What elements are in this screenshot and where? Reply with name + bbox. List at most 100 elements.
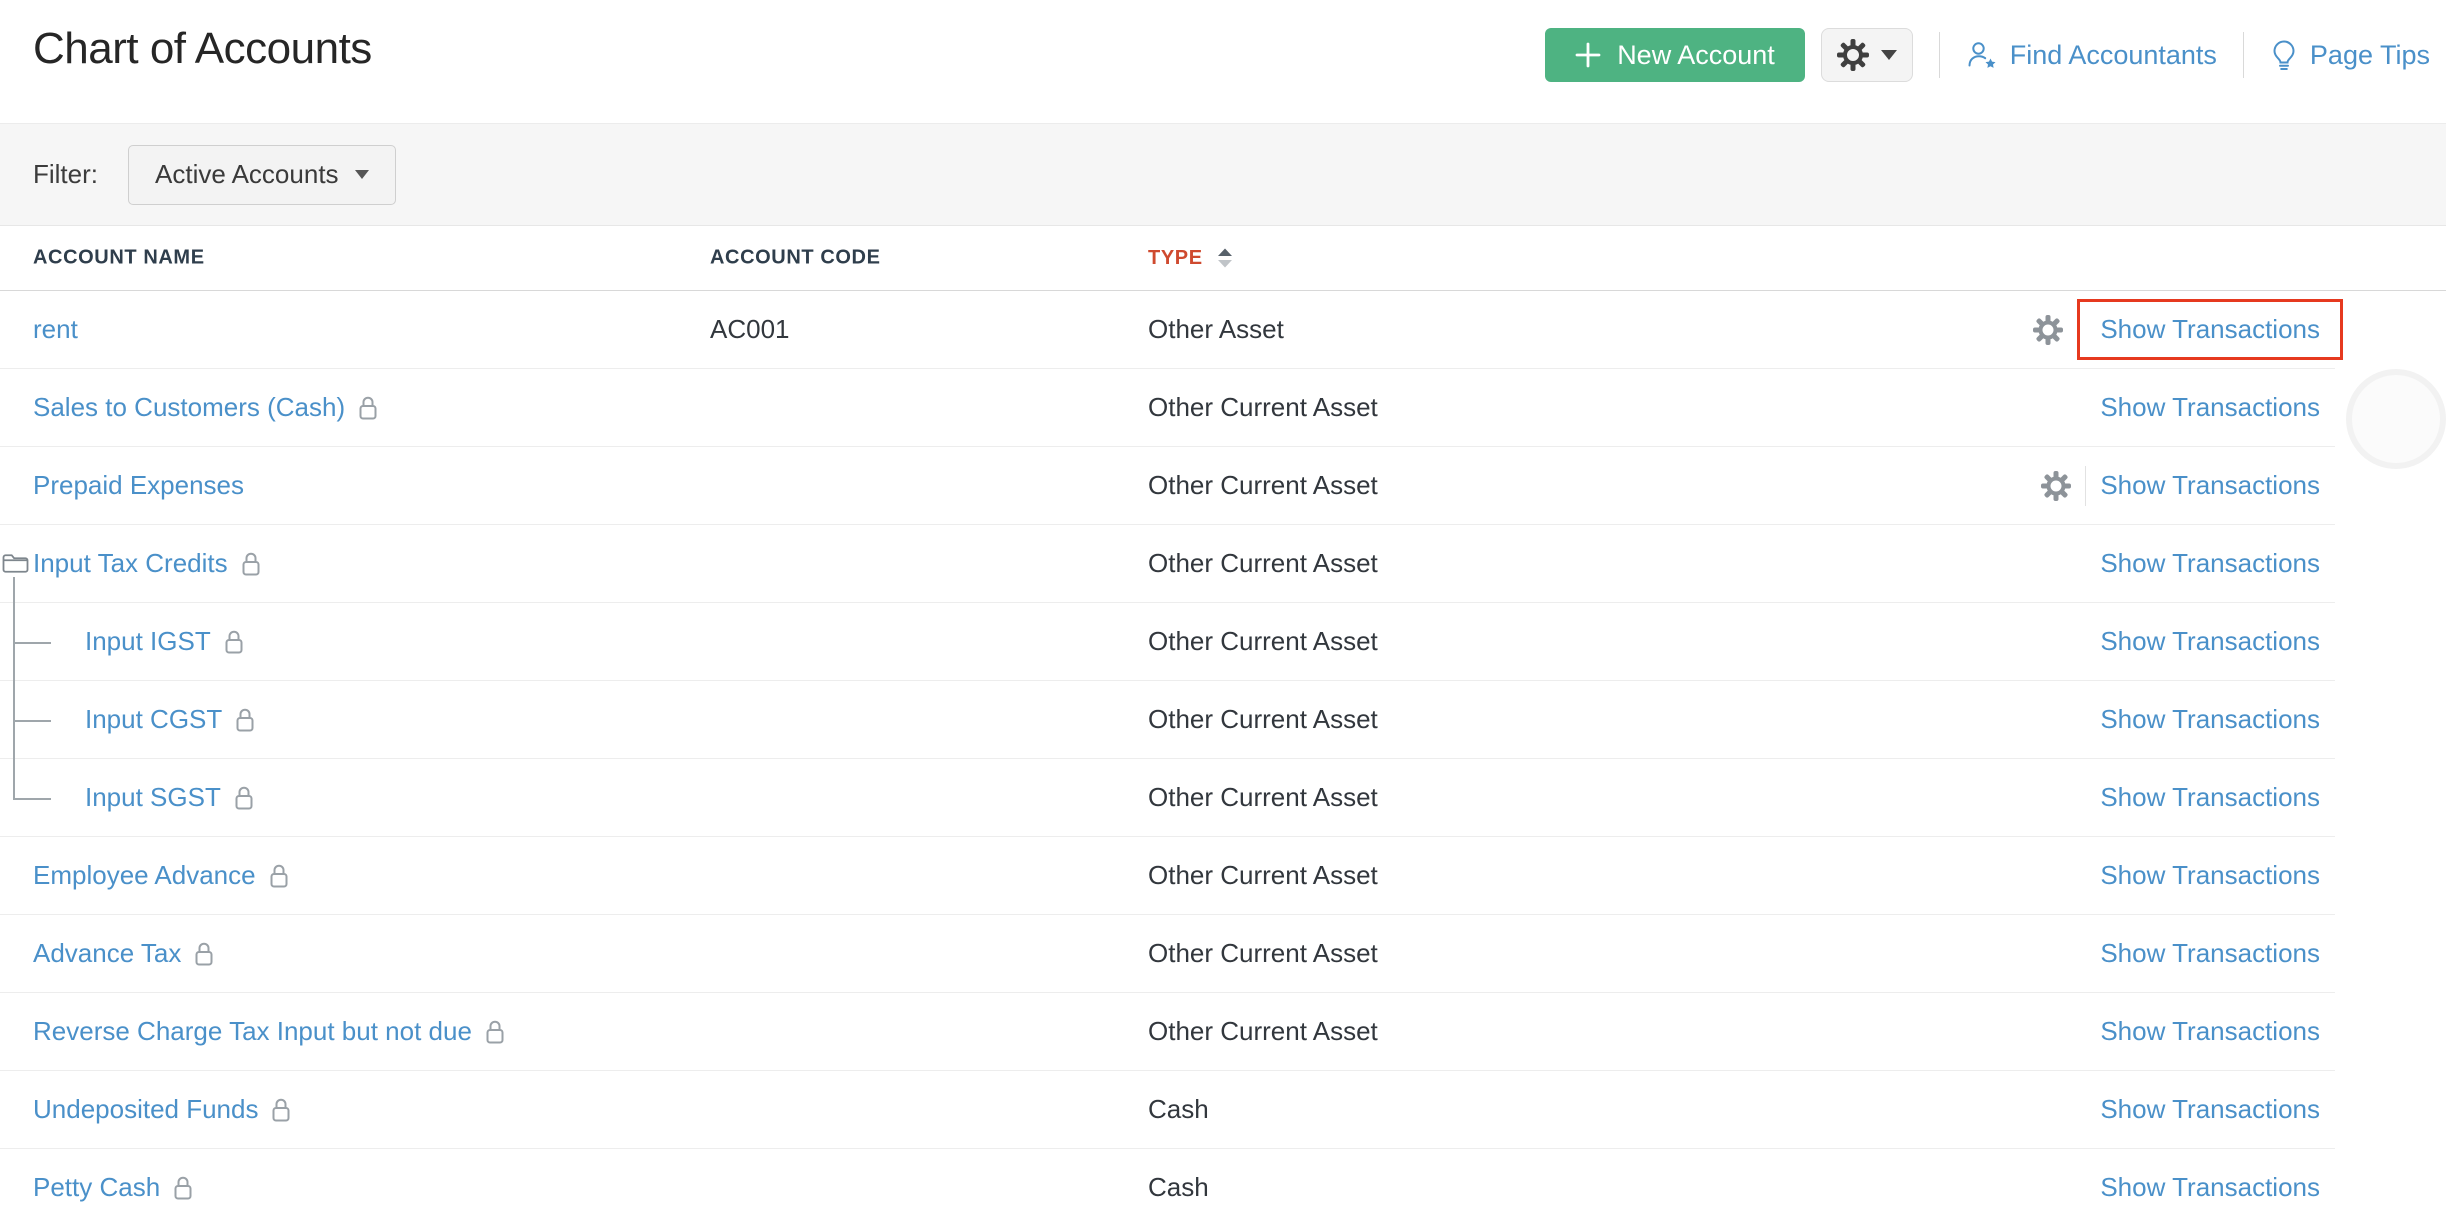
- show-transactions-link[interactable]: Show Transactions: [2100, 392, 2320, 423]
- account-name-cell: Prepaid Expenses: [33, 447, 244, 524]
- show-transactions-wrap: Show Transactions: [2100, 470, 2320, 501]
- row-actions-cell: Show Transactions: [2100, 759, 2320, 836]
- account-name-link[interactable]: Reverse Charge Tax Input but not due: [33, 1016, 472, 1047]
- lock-icon: [233, 784, 255, 811]
- settings-dropdown-button[interactable]: [1821, 28, 1913, 82]
- account-type-cell: Other Current Asset: [1148, 993, 1378, 1070]
- account-name-link[interactable]: Prepaid Expenses: [33, 470, 244, 501]
- show-transactions-wrap: Show Transactions: [2100, 1094, 2320, 1125]
- row-actions-cell: Show Transactions: [2100, 369, 2320, 446]
- row-actions-cell: Show Transactions: [2100, 525, 2320, 602]
- account-name-link[interactable]: Input CGST: [85, 704, 222, 735]
- table-row: Input IGST Other Current Asset Show Tran…: [0, 603, 2335, 681]
- table-row: Input SGST Other Current Asset Show Tran…: [0, 759, 2335, 837]
- show-transactions-wrap: Show Transactions: [2077, 299, 2343, 360]
- table-row: rent AC001 Other Asset Show Transactions: [0, 291, 2335, 369]
- row-actions-cell: Show Transactions: [2033, 291, 2320, 368]
- show-transactions-link[interactable]: Show Transactions: [2100, 938, 2320, 969]
- account-name-link[interactable]: Undeposited Funds: [33, 1094, 258, 1125]
- show-transactions-link[interactable]: Show Transactions: [2100, 782, 2320, 813]
- show-transactions-link[interactable]: Show Transactions: [2100, 1172, 2320, 1203]
- show-transactions-link[interactable]: Show Transactions: [2100, 548, 2320, 579]
- page-tips-label: Page Tips: [2310, 40, 2430, 71]
- find-accountants-link[interactable]: Find Accountants: [1966, 39, 2217, 71]
- account-name-cell: Advance Tax: [33, 915, 215, 992]
- show-transactions-link[interactable]: Show Transactions: [2100, 314, 2320, 345]
- action-divider: [2085, 466, 2086, 506]
- lock-icon: [240, 550, 262, 577]
- topbar: Chart of Accounts New Account Find: [0, 0, 2446, 123]
- chevron-down-icon: [1881, 50, 1897, 60]
- table-row: Prepaid Expenses Other Current Asset Sho…: [0, 447, 2335, 525]
- account-name-link[interactable]: Sales to Customers (Cash): [33, 392, 345, 423]
- toolbar-actions: New Account Find Accountants: [1545, 28, 2430, 82]
- account-type-cell: Other Asset: [1148, 291, 1284, 368]
- toolbar-divider: [1939, 32, 1940, 78]
- row-actions-cell: Show Transactions: [2100, 1071, 2320, 1148]
- row-actions-cell: Show Transactions: [2041, 447, 2320, 524]
- lock-icon: [172, 1174, 194, 1201]
- table-row: Undeposited Funds Cash Show Transactions: [0, 1071, 2335, 1149]
- account-name-link[interactable]: rent: [33, 314, 78, 345]
- account-type-cell: Other Current Asset: [1148, 915, 1378, 992]
- filter-dropdown[interactable]: Active Accounts: [128, 145, 396, 205]
- show-transactions-link[interactable]: Show Transactions: [2100, 860, 2320, 891]
- lock-icon: [357, 394, 379, 421]
- row-settings-gear-icon[interactable]: [2041, 471, 2071, 501]
- table-row: Input CGST Other Current Asset Show Tran…: [0, 681, 2335, 759]
- account-type-cell: Cash: [1148, 1149, 1209, 1205]
- lock-icon: [234, 706, 256, 733]
- account-name-link[interactable]: Input IGST: [85, 626, 211, 657]
- filter-label: Filter:: [33, 159, 98, 190]
- row-actions-cell: Show Transactions: [2100, 837, 2320, 914]
- folder-icon: [2, 551, 29, 573]
- account-name-cell: Sales to Customers (Cash): [33, 369, 379, 446]
- new-account-button[interactable]: New Account: [1545, 28, 1805, 82]
- table-row: Advance Tax Other Current Asset Show Tra…: [0, 915, 2335, 993]
- new-account-label: New Account: [1617, 40, 1775, 71]
- lock-icon: [223, 628, 245, 655]
- lock-icon: [268, 862, 290, 889]
- account-name-link[interactable]: Employee Advance: [33, 860, 256, 891]
- tree-line-horizontal: [13, 798, 51, 800]
- accountant-person-star-icon: [1966, 39, 1998, 71]
- account-name-cell: Reverse Charge Tax Input but not due: [33, 993, 506, 1070]
- row-settings-gear-icon[interactable]: [2033, 315, 2063, 345]
- show-transactions-link[interactable]: Show Transactions: [2100, 1094, 2320, 1125]
- account-name-cell: Petty Cash: [33, 1149, 194, 1205]
- table-row: Sales to Customers (Cash) Other Current …: [0, 369, 2335, 447]
- account-name-link[interactable]: Input Tax Credits: [33, 548, 228, 579]
- column-header-type[interactable]: TYPE: [1148, 245, 1237, 271]
- account-name-link[interactable]: Advance Tax: [33, 938, 181, 969]
- show-transactions-wrap: Show Transactions: [2100, 392, 2320, 423]
- show-transactions-wrap: Show Transactions: [2100, 1016, 2320, 1047]
- column-header-account-code[interactable]: ACCOUNT CODE: [710, 247, 881, 270]
- row-actions-cell: Show Transactions: [2100, 1149, 2320, 1205]
- show-transactions-wrap: Show Transactions: [2100, 938, 2320, 969]
- tree-line-vertical: [13, 758, 15, 798]
- find-accountants-label: Find Accountants: [2010, 40, 2217, 71]
- table-row: Reverse Charge Tax Input but not due Oth…: [0, 993, 2335, 1071]
- tree-line-vertical: [13, 577, 15, 604]
- column-header-account-name[interactable]: ACCOUNT NAME: [33, 247, 205, 270]
- account-name-cell: Input CGST: [85, 681, 256, 758]
- gear-icon: [1837, 39, 1869, 71]
- show-transactions-wrap: Show Transactions: [2100, 860, 2320, 891]
- account-type-cell: Other Current Asset: [1148, 603, 1378, 680]
- show-transactions-link[interactable]: Show Transactions: [2100, 1016, 2320, 1047]
- show-transactions-link[interactable]: Show Transactions: [2100, 704, 2320, 735]
- show-transactions-wrap: Show Transactions: [2100, 782, 2320, 813]
- account-type-cell: Other Current Asset: [1148, 447, 1378, 524]
- account-type-cell: Other Current Asset: [1148, 681, 1378, 758]
- account-type-cell: Other Current Asset: [1148, 525, 1378, 602]
- row-actions-cell: Show Transactions: [2100, 915, 2320, 992]
- show-transactions-wrap: Show Transactions: [2100, 704, 2320, 735]
- table-row: Petty Cash Cash Show Transactions: [0, 1149, 2335, 1205]
- show-transactions-link[interactable]: Show Transactions: [2100, 626, 2320, 657]
- account-name-link[interactable]: Input SGST: [85, 782, 221, 813]
- show-transactions-link[interactable]: Show Transactions: [2100, 470, 2320, 501]
- page-tips-link[interactable]: Page Tips: [2270, 39, 2430, 71]
- lightbulb-icon: [2270, 39, 2298, 71]
- lock-icon: [270, 1096, 292, 1123]
- account-name-link[interactable]: Petty Cash: [33, 1172, 160, 1203]
